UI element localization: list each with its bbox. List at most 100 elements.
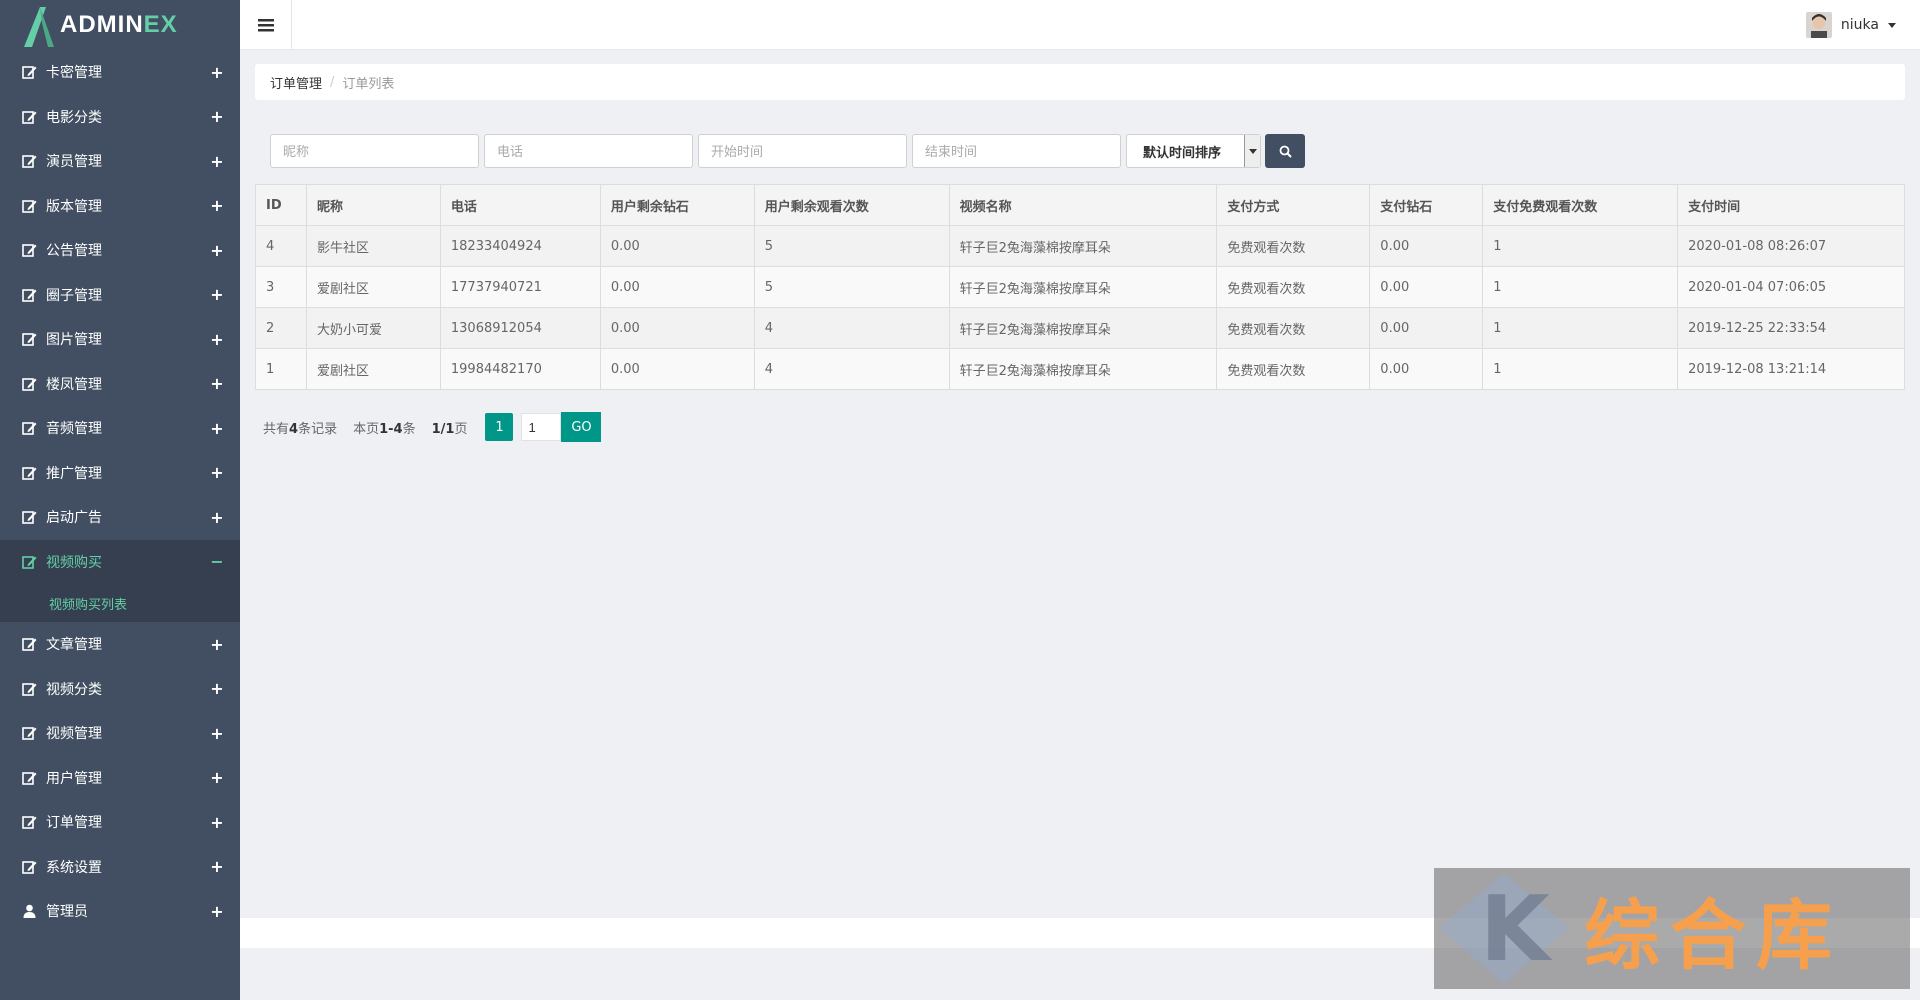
table-cell: 4: [255, 225, 307, 267]
sidebar-item[interactable]: 订单管理 +: [0, 800, 240, 845]
sidebar-item-label: 视频管理: [46, 726, 102, 743]
table-cell: 免费观看次数: [1216, 225, 1371, 267]
table-cell: 1: [1482, 307, 1679, 349]
edit-icon: [20, 770, 38, 786]
sidebar-item[interactable]: 启动广告 +: [0, 495, 240, 540]
sidebar-item[interactable]: 推广管理 +: [0, 451, 240, 496]
sidebar-item[interactable]: 卡密管理 +: [0, 50, 240, 95]
expand-icon: +: [210, 723, 224, 743]
column-header: 支付钻石: [1369, 184, 1484, 226]
phone-input[interactable]: [484, 134, 693, 168]
nickname-input[interactable]: [270, 134, 479, 168]
breadcrumb: 订单管理 / 订单列表: [255, 64, 1905, 100]
table-row: 2 大奶小可爱 13068912054 0.00 4 轩子巨2兔海藻棉按摩耳朵 免费观看次数…: [255, 307, 1905, 349]
expand-icon: +: [210, 151, 224, 171]
go-button[interactable]: GO: [561, 412, 602, 442]
table-cell: 3: [255, 266, 307, 308]
table-cell: 17737940721: [439, 266, 601, 308]
expand-icon: +: [210, 285, 224, 305]
table-cell: 0.00: [599, 348, 755, 390]
expand-icon: +: [210, 634, 224, 654]
column-header: 电话: [439, 184, 601, 226]
sidebar-item-label: 图片管理: [46, 332, 102, 349]
breadcrumb-parent[interactable]: 订单管理: [270, 73, 322, 92]
sort-select[interactable]: 默认时间排序: [1126, 134, 1261, 168]
collapse-icon: −: [210, 552, 224, 572]
sidebar-item[interactable]: 系统设置 +: [0, 845, 240, 890]
expand-icon: +: [210, 901, 224, 921]
table-cell: 免费观看次数: [1216, 266, 1371, 308]
page-button-current[interactable]: 1: [485, 413, 514, 441]
table-cell: 轩子巨2兔海藻棉按摩耳朵: [948, 348, 1218, 390]
sidebar-item[interactable]: 文章管理 +: [0, 622, 240, 667]
column-header: 用户剩余观看次数: [753, 184, 950, 226]
expand-icon: +: [210, 418, 224, 438]
sidebar-item[interactable]: 视频分类 +: [0, 667, 240, 712]
sidebar-item-label: 管理员: [46, 904, 88, 921]
table-cell: 0.00: [599, 307, 755, 349]
sidebar-item[interactable]: 图片管理 +: [0, 317, 240, 362]
sidebar-item[interactable]: 版本管理 +: [0, 184, 240, 229]
sidebar-item-label: 推广管理: [46, 465, 102, 482]
watermark-text: 综合库: [1584, 890, 1842, 980]
goto-page-input[interactable]: [521, 413, 562, 441]
sidebar-item[interactable]: 电影分类 +: [0, 95, 240, 140]
caret-down-icon: [1888, 22, 1896, 28]
sidebar-item[interactable]: 楼凤管理 +: [0, 362, 240, 407]
sidebar-item[interactable]: 圈子管理 +: [0, 273, 240, 318]
sidebar-item-label: 视频分类: [46, 681, 102, 698]
sidebar-item-label: 版本管理: [46, 198, 102, 215]
logo[interactable]: ADMINEX: [0, 0, 240, 50]
edit-icon: [20, 636, 38, 652]
orders-table: ID 昵称 电话 用户剩余钻石 用户剩余观看次数 视频名称 支付方式 支付钻石 支付免费观看次数…: [255, 184, 1905, 390]
sidebar-item[interactable]: 视频购买 −: [0, 539, 240, 584]
watermark-logo-icon: K: [1439, 873, 1569, 984]
search-button[interactable]: [1265, 134, 1305, 168]
table-cell: 4: [753, 307, 950, 349]
expand-icon: +: [210, 679, 224, 699]
sidebar-item[interactable]: 管理员 +: [0, 889, 240, 934]
expand-icon: +: [210, 329, 224, 349]
sidebar-subitem-video-purchase-list[interactable]: 视频购买列表: [0, 584, 240, 622]
table-cell: 2020-01-04 07:06:05: [1677, 266, 1905, 308]
table-cell: 5: [753, 225, 950, 267]
edit-icon: [20, 331, 38, 347]
user-menu[interactable]: niuka: [1805, 12, 1896, 38]
table-cell: 19984482170: [439, 348, 601, 390]
total-records: 共有4条记录: [263, 421, 338, 437]
sidebar-item[interactable]: 视频管理 +: [0, 711, 240, 756]
sidebar-item-label: 用户管理: [46, 770, 102, 787]
sidebar-item-label: 卡密管理: [46, 65, 102, 82]
table-row: 4 影牛社区 18233404924 0.00 5 轩子巨2兔海藻棉按摩耳朵 免费观看次数 0…: [255, 225, 1905, 267]
page-count: 1/1页: [431, 421, 468, 437]
sidebar-item[interactable]: 演员管理 +: [0, 139, 240, 184]
expand-icon: +: [210, 107, 224, 127]
sidebar-item[interactable]: 公告管理 +: [0, 228, 240, 273]
table-cell: 爱剧社区: [305, 348, 441, 390]
edit-icon: [20, 153, 38, 169]
sidebar-item[interactable]: 用户管理 +: [0, 756, 240, 801]
end-time-input[interactable]: [912, 134, 1121, 168]
table-cell: 0.00: [599, 225, 755, 267]
sidebar: ADMINEX 卡密管理 + 电影分类 + 演员管理 + 版本管理 + 公告管理 + 圈子管理 + 图片…: [0, 0, 240, 1000]
column-header: 支付方式: [1216, 184, 1371, 226]
sidebar-item-label: 演员管理: [46, 154, 102, 171]
sidebar-toggle-button[interactable]: [240, 0, 292, 50]
table-cell: 2019-12-25 22:33:54: [1677, 307, 1905, 349]
edit-icon: [20, 465, 38, 481]
edit-icon: [20, 198, 38, 214]
sidebar-item[interactable]: 音频管理 +: [0, 406, 240, 451]
table-cell: 0.00: [1369, 266, 1484, 308]
pagination: 共有4条记录 本页1-4条 1/1页 1 GO: [263, 412, 602, 442]
user-icon: [20, 903, 38, 919]
sidebar-item-label: 文章管理: [46, 637, 102, 654]
table-cell: 0.00: [1369, 348, 1484, 390]
column-header: 支付免费观看次数: [1482, 184, 1679, 226]
column-header: 支付时间: [1677, 184, 1905, 226]
table-cell: 4: [753, 348, 950, 390]
expand-icon: +: [210, 768, 224, 788]
column-header: 视频名称: [948, 184, 1218, 226]
sidebar-item-label: 楼凤管理: [46, 376, 102, 393]
search-icon: [1279, 145, 1292, 158]
start-time-input[interactable]: [698, 134, 907, 168]
